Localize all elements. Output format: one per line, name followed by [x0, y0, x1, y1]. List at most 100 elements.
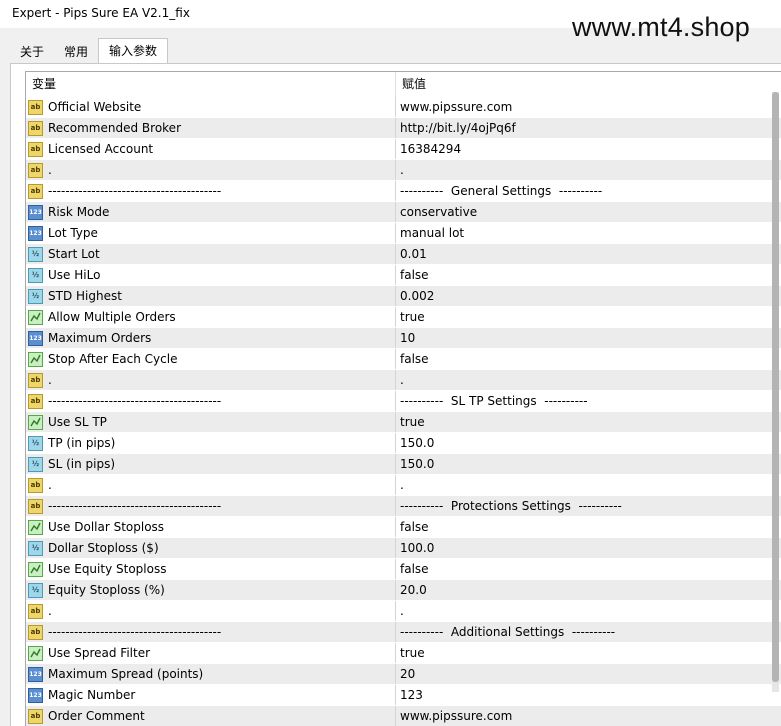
value-cell[interactable]: manual lot — [396, 223, 766, 243]
value-cell[interactable]: 100.0 — [396, 538, 766, 558]
string-type-icon: ab — [28, 708, 43, 724]
string-type-icon: ab — [28, 120, 43, 136]
value-cell[interactable]: . — [396, 370, 766, 390]
variable-cell: Use SL TP — [26, 412, 396, 432]
value-cell[interactable]: ---------- General Settings ---------- — [396, 181, 766, 201]
variable-cell: ab. — [26, 160, 396, 180]
variable-name: Use Equity Stoploss — [48, 562, 167, 576]
table-row[interactable]: ab.. — [26, 601, 781, 622]
value-cell[interactable]: . — [396, 160, 766, 180]
table-row[interactable]: ab --------------------------------------… — [26, 181, 781, 202]
value-cell[interactable]: false — [396, 349, 766, 369]
table-row[interactable]: 123 Magic Number 123 — [26, 685, 781, 706]
table-row[interactable]: Use SL TP true — [26, 412, 781, 433]
variable-cell: ½ Use HiLo — [26, 265, 396, 285]
variable-cell: 123 Lot Type — [26, 223, 396, 243]
value-cell[interactable]: 0.002 — [396, 286, 766, 306]
value-cell[interactable]: 150.0 — [396, 454, 766, 474]
double-type-icon: ½ — [28, 435, 43, 451]
scrollbar-thumb[interactable] — [772, 92, 779, 682]
table-row[interactable]: 123 Maximum Spread (points) 20 — [26, 664, 781, 685]
variable-name: Use HiLo — [48, 268, 101, 282]
value-cell[interactable]: 150.0 — [396, 433, 766, 453]
boolean-type-icon — [28, 351, 43, 367]
value-cell[interactable]: false — [396, 517, 766, 537]
table-row[interactable]: ab --------------------------------------… — [26, 391, 781, 412]
value-cell[interactable]: . — [396, 475, 766, 495]
vertical-scrollbar[interactable] — [772, 92, 779, 692]
variable-cell: ab Order Comment — [26, 706, 396, 726]
variable-cell: ½ STD Highest — [26, 286, 396, 306]
table-row[interactable]: ab.. — [26, 160, 781, 181]
variable-cell: ab --------------------------------------… — [26, 496, 396, 516]
table-row[interactable]: ab.. — [26, 370, 781, 391]
value-cell[interactable]: 10 — [396, 328, 766, 348]
table-row[interactable]: Allow Multiple Orders true — [26, 307, 781, 328]
boolean-type-icon — [28, 309, 43, 325]
variable-name: TP (in pips) — [48, 436, 116, 450]
value-cell[interactable]: www.pipssure.com — [396, 97, 766, 117]
table-row[interactable]: ab Licensed Account 16384294 — [26, 139, 781, 160]
tab-about[interactable]: 关于 — [10, 41, 54, 64]
tab-common[interactable]: 常用 — [54, 41, 98, 64]
table-row[interactable]: ab.. — [26, 475, 781, 496]
table-row[interactable]: ab Official Website www.pipssure.com — [26, 97, 781, 118]
value-cell[interactable]: www.pipssure.com — [396, 706, 766, 726]
table-row[interactable]: ½ Dollar Stoploss ($) 100.0 — [26, 538, 781, 559]
value-cell[interactable]: ---------- Protections Settings --------… — [396, 496, 766, 516]
variable-name: Equity Stoploss (%) — [48, 583, 165, 597]
variable-name: ---------------------------------------- — [48, 184, 222, 198]
value-cell[interactable]: http://bit.ly/4ojPq6f — [396, 118, 766, 138]
value-cell[interactable]: 20.0 — [396, 580, 766, 600]
variable-cell: 123 Maximum Orders — [26, 328, 396, 348]
variable-cell: Allow Multiple Orders — [26, 307, 396, 327]
value-cell[interactable]: true — [396, 643, 766, 663]
value-cell[interactable]: conservative — [396, 202, 766, 222]
string-type-icon: ab — [28, 498, 43, 514]
value-cell[interactable]: 16384294 — [396, 139, 766, 159]
double-type-icon: ½ — [28, 582, 43, 598]
value-cell[interactable]: false — [396, 559, 766, 579]
table-row[interactable]: 123 Maximum Orders 10 — [26, 328, 781, 349]
variable-cell: 123 Risk Mode — [26, 202, 396, 222]
table-header: 变量 赋值 — [26, 72, 781, 97]
value-cell[interactable]: ---------- SL TP Settings ---------- — [396, 391, 766, 411]
header-value[interactable]: 赋值 — [396, 72, 766, 97]
header-variable[interactable]: 变量 — [26, 72, 396, 97]
value-cell[interactable]: 20 — [396, 664, 766, 684]
variable-cell: 123 Magic Number — [26, 685, 396, 705]
integer-type-icon: 123 — [28, 687, 43, 703]
variable-name: STD Highest — [48, 289, 122, 303]
table-row[interactable]: Use Equity Stoploss false — [26, 559, 781, 580]
variable-cell: ab. — [26, 370, 396, 390]
table-row[interactable]: ab --------------------------------------… — [26, 496, 781, 517]
table-row[interactable]: ½ SL (in pips) 150.0 — [26, 454, 781, 475]
table-row[interactable]: Stop After Each Cycle false — [26, 349, 781, 370]
table-row[interactable]: ½ Start Lot 0.01 — [26, 244, 781, 265]
string-type-icon: ab — [28, 99, 43, 115]
table-row[interactable]: ½ TP (in pips) 150.0 — [26, 433, 781, 454]
variable-cell: Use Equity Stoploss — [26, 559, 396, 579]
variable-cell: ab Recommended Broker — [26, 118, 396, 138]
table-row[interactable]: Use Dollar Stoploss false — [26, 517, 781, 538]
value-cell[interactable]: true — [396, 307, 766, 327]
value-cell[interactable]: true — [396, 412, 766, 432]
value-cell[interactable]: 0.01 — [396, 244, 766, 264]
tab-inputs[interactable]: 输入参数 — [98, 38, 169, 64]
variable-name: Dollar Stoploss ($) — [48, 541, 159, 555]
table-row[interactable]: 123 Lot Type manual lot — [26, 223, 781, 244]
variable-cell: ab. — [26, 601, 396, 621]
value-cell[interactable]: . — [396, 601, 766, 621]
value-cell[interactable]: 123 — [396, 685, 766, 705]
table-row[interactable]: 123 Risk Mode conservative — [26, 202, 781, 223]
value-cell[interactable]: ---------- Additional Settings ---------… — [396, 622, 766, 642]
variable-name: Maximum Orders — [48, 331, 152, 345]
table-row[interactable]: ½ Use HiLo false — [26, 265, 781, 286]
table-row[interactable]: Use Spread Filter true — [26, 643, 781, 664]
table-row[interactable]: ½ STD Highest 0.002 — [26, 286, 781, 307]
table-row[interactable]: ab Recommended Broker http://bit.ly/4ojPq6… — [26, 118, 781, 139]
table-row[interactable]: ab --------------------------------------… — [26, 622, 781, 643]
value-cell[interactable]: false — [396, 265, 766, 285]
table-row[interactable]: ab Order Comment www.pipssure.com — [26, 706, 781, 726]
table-row[interactable]: ½ Equity Stoploss (%) 20.0 — [26, 580, 781, 601]
